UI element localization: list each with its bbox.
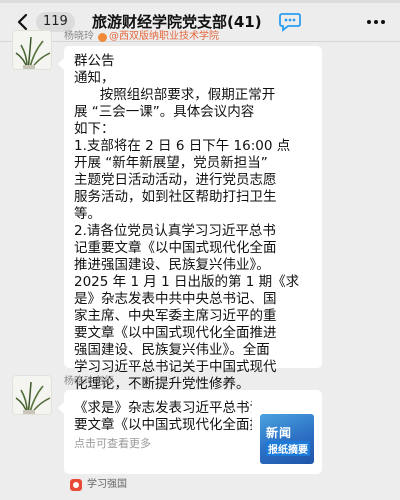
thumbnail-subheading: 报纸摘要 — [266, 441, 310, 456]
announcement-line: 等。 — [74, 206, 101, 222]
avatar[interactable] — [12, 375, 52, 415]
sender-line: 杨晓玲 @西双版纳职业技术学院 — [64, 30, 219, 44]
thumbnail-heading: 新闻 — [266, 426, 293, 440]
sender-name: 杨晓玲老师 — [64, 376, 114, 387]
org-badge-icon — [98, 32, 107, 42]
plant-avatar-image — [13, 31, 51, 69]
chevron-left-icon[interactable] — [13, 12, 33, 32]
more-icon[interactable] — [364, 13, 388, 31]
announcement-line: 通知， — [74, 70, 115, 86]
announcement-line: 要文章《以中国式现代化全面推进 — [74, 325, 277, 341]
announcement-line: 服务活动，如到社区帮助打扫卫生 — [74, 189, 277, 205]
announcement-message-bubble[interactable]: 群公告 通知， 按照组织部要求，假期正常开展 “三会一课”。具体会议内容 如下： 1.… — [58, 46, 322, 392]
announcement-line: 2.请各位党员认真学习习近平总书 — [74, 223, 276, 239]
chat-title: 旅游财经学院党支部(41) — [92, 13, 262, 31]
article-source-name: 学习强国 — [87, 479, 127, 490]
article-thumbnail: 新闻 报纸摘要 — [260, 414, 314, 464]
announcement-line: 学习习近平总书记关于中国式现代 — [74, 359, 277, 375]
announcement-line: 按照组织部要求，假期正常开 — [74, 87, 276, 103]
announcement-line: 2025 年 1 月 1 日出版的第 1 期《求 — [74, 274, 300, 290]
article-source: 学习强国 — [70, 478, 127, 492]
shared-article-card[interactable]: 《求是》杂志发表习近平总书记重 要文章《以中国式现代化全面推... 点击可查看更… — [58, 390, 322, 474]
article-title-line: 要文章《以中国式现代化全面推... — [74, 417, 252, 433]
unread-count-badge[interactable]: 119 — [36, 12, 75, 32]
view-more-link[interactable]: 点击可查看更多 — [74, 437, 252, 451]
announcement-line: 开展 “新年新展望，党员新担当” — [74, 155, 268, 171]
announcement-line: 主题党日活动活动，进行党员志愿 — [74, 172, 277, 188]
article-summary: 《求是》杂志发表习近平总书记重 要文章《以中国式现代化全面推... 点击可查看更… — [74, 400, 252, 451]
announcement-heading: 群公告 — [74, 53, 115, 69]
xuexi-qiangguo-icon — [70, 479, 82, 491]
org-badge: @西双版纳职业技术学院 — [98, 30, 219, 44]
announcement-line: 如下： — [74, 121, 115, 137]
announcement-line: 家主席、中央军委主席习近平的重 — [74, 308, 277, 324]
announcement-text: 群公告 通知， 按照组织部要求，假期正常开展 “三会一课”。具体会议内容 如下： 1.… — [74, 53, 312, 393]
announcement-line: 强国建设、民族复兴伟业》。全面 — [74, 342, 270, 358]
announcement-line: 1.支部将在 2 日 6 日下午 16:00 点 — [74, 138, 291, 154]
article-title-line: 《求是》杂志发表习近平总书记重 — [74, 400, 252, 416]
voice-bubble-icon[interactable] — [278, 11, 302, 33]
plant-avatar-image — [13, 376, 51, 414]
announcement-line: 展 “三会一课”。具体会议内容 — [74, 104, 255, 120]
sender-name: 杨晓玲 — [64, 31, 94, 42]
announcement-line: 推进强国建设、民族复兴伟业》。 — [74, 257, 270, 273]
org-badge-text: @西双版纳职业技术学院 — [109, 31, 219, 42]
avatar[interactable] — [12, 30, 52, 70]
announcement-line: 是》杂志发表中共中央总书记、国 — [74, 291, 277, 307]
announcement-line: 记重要文章《以中国式现代化全面 — [74, 240, 277, 256]
sender-line: 杨晓玲老师 — [64, 375, 114, 389]
